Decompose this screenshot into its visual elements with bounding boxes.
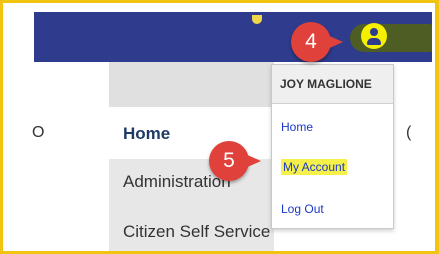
topbar-decoration	[252, 15, 262, 24]
nav-item-citizen-self-service[interactable]: Citizen Self Service	[123, 222, 270, 242]
callout-number: 5	[223, 149, 235, 172]
user-menu-dropdown: JOY MAGLIONE Home My Account Log Out	[271, 64, 394, 229]
user-menu-log-out-link[interactable]: Log Out	[281, 202, 324, 216]
user-icon-head	[370, 28, 378, 36]
callout-number: 4	[305, 30, 317, 53]
user-menu-name: JOY MAGLIONE	[272, 65, 393, 104]
nav-panel-header	[109, 62, 274, 107]
callout-step-4: 4	[291, 22, 343, 62]
user-menu-home-link[interactable]: Home	[281, 120, 313, 134]
right-edge-glyph: (	[406, 124, 412, 141]
user-circle-icon[interactable]	[361, 23, 387, 49]
left-edge-glyph: O	[32, 124, 45, 141]
user-icon-shoulders	[367, 38, 381, 45]
callout-step-5: 5	[199, 141, 261, 181]
user-menu-my-account-link[interactable]: My Account	[281, 159, 348, 175]
nav-item-home[interactable]: Home	[123, 124, 170, 144]
